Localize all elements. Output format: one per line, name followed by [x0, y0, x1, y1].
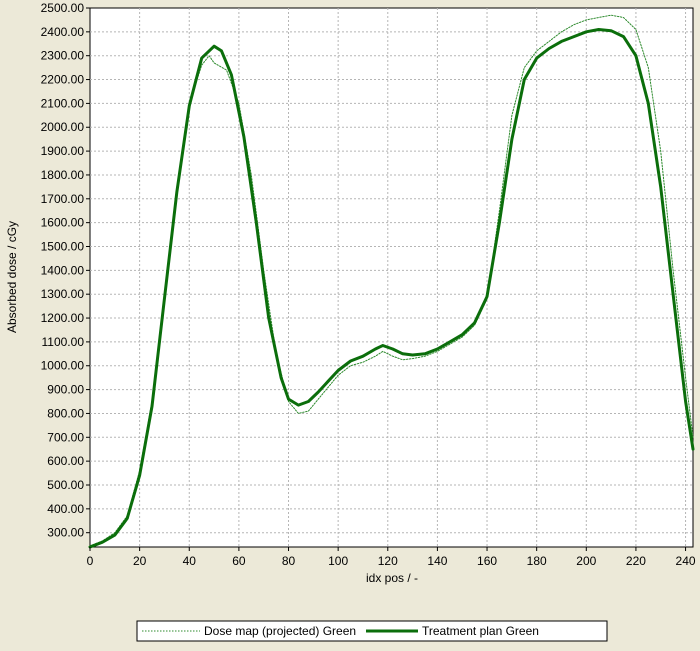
y-tick-label: 400.00 — [47, 502, 84, 516]
y-tick-label: 2500.00 — [41, 1, 85, 15]
y-tick-label: 1600.00 — [41, 216, 85, 230]
y-tick-label: 1700.00 — [41, 192, 85, 206]
y-tick-label: 800.00 — [47, 406, 84, 420]
x-tick-label: 0 — [87, 554, 94, 568]
y-tick-label: 700.00 — [47, 430, 84, 444]
y-tick-label: 2400.00 — [41, 25, 85, 39]
x-tick-label: 160 — [477, 554, 497, 568]
x-tick-label: 80 — [282, 554, 296, 568]
x-tick-label: 140 — [427, 554, 447, 568]
y-tick-label: 2100.00 — [41, 96, 85, 110]
y-tick-label: 1900.00 — [41, 144, 85, 158]
y-axis-title: Absorbed dose / cGy — [5, 221, 19, 333]
legend: Dose map (projected) Green Treatment pla… — [136, 620, 608, 642]
legend-label-dose-map: Dose map (projected) Green — [204, 624, 356, 638]
x-tick-label: 180 — [527, 554, 547, 568]
y-tick-label: 1200.00 — [41, 311, 85, 325]
x-tick-label: 240 — [676, 554, 696, 568]
y-tick-label: 1400.00 — [41, 263, 85, 277]
y-tick-label: 2200.00 — [41, 73, 85, 87]
x-tick-label: 100 — [328, 554, 348, 568]
y-tick-label: 300.00 — [47, 526, 84, 540]
x-tick-label: 220 — [626, 554, 646, 568]
plot-area — [89, 7, 694, 548]
x-tick-label: 60 — [232, 554, 246, 568]
y-tick-label: 1100.00 — [42, 335, 85, 349]
y-tick-label: 900.00 — [47, 383, 84, 397]
y-tick-label: 1000.00 — [41, 359, 85, 373]
y-tick-label: 2000.00 — [41, 120, 85, 134]
y-axis-ticks: 300.00 400.00 500.00 600.00 700.00 800.00 900.… — [41, 1, 90, 540]
y-tick-label: 1500.00 — [41, 239, 85, 253]
y-tick-label: 2300.00 — [41, 49, 85, 63]
x-tick-label: 40 — [183, 554, 197, 568]
dose-profile-chart: 0 20 40 60 80 100 120 140 160 180 200 220 240 300.00… — [0, 0, 700, 651]
x-tick-label: 20 — [133, 554, 147, 568]
x-tick-label: 120 — [378, 554, 398, 568]
y-tick-label: 500.00 — [47, 478, 84, 492]
legend-label-treatment-plan: Treatment plan Green — [422, 624, 539, 638]
y-tick-label: 1300.00 — [41, 287, 85, 301]
y-tick-label: 600.00 — [47, 454, 84, 468]
x-tick-label: 200 — [576, 554, 596, 568]
x-axis-title: idx pos / - — [366, 571, 418, 585]
y-tick-label: 1800.00 — [41, 168, 85, 182]
